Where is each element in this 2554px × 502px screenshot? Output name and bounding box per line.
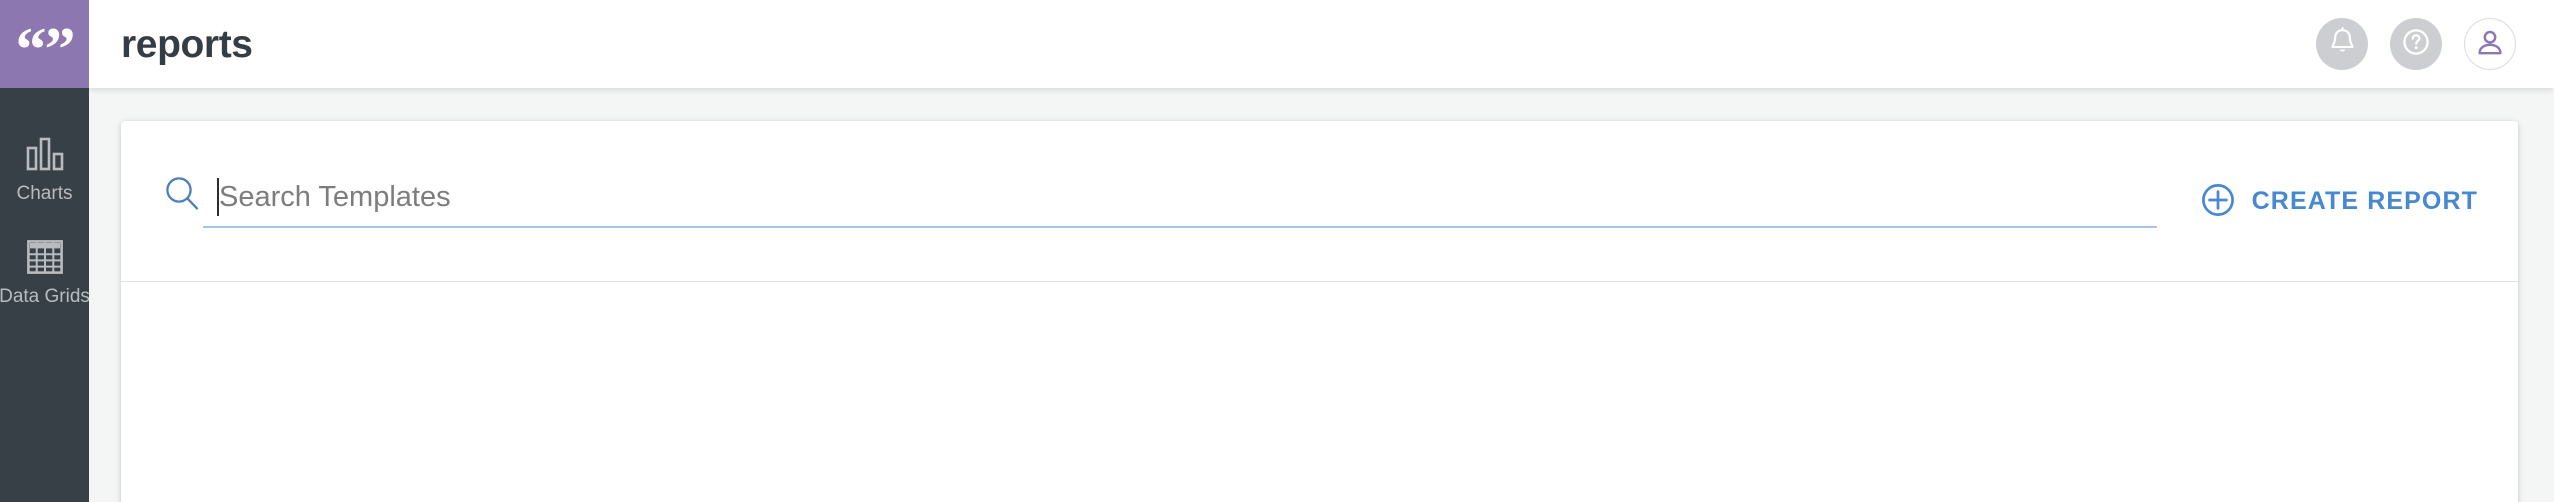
plus-circle-icon (2201, 183, 2235, 220)
sidebar-nav: Charts Data Grids (0, 88, 90, 324)
content-area: CREATE REPORT (89, 88, 2554, 502)
card-toolbar: CREATE REPORT (121, 121, 2518, 282)
sidebar-item-data-grids-label: Data Grids (0, 286, 90, 307)
account-button[interactable] (2464, 18, 2516, 70)
templates-card: CREATE REPORT (121, 121, 2518, 502)
app-root: “” Charts Data Grids reports Search Temp… (0, 0, 2554, 502)
page-title: reports (121, 22, 253, 66)
search-input[interactable] (219, 180, 2157, 214)
quote-marks-icon: “” (15, 16, 76, 84)
top-header: reports (89, 0, 2554, 88)
app-logo[interactable]: “” (0, 0, 89, 88)
sidebar-item-charts[interactable]: Charts (0, 118, 89, 221)
bell-icon (2329, 27, 2356, 61)
question-mark-icon (2401, 27, 2431, 62)
sidebar-item-charts-label: Charts (16, 183, 73, 204)
help-button[interactable] (2390, 18, 2442, 70)
create-report-label: CREATE REPORT (2251, 186, 2478, 215)
templates-list (121, 282, 2518, 502)
bar-chart-icon (26, 134, 64, 174)
user-avatar-icon (2476, 28, 2504, 61)
search-area (161, 174, 2157, 228)
main-column: reports Search Templates CREATE REPORT (89, 0, 2554, 502)
search-field-wrapper (203, 178, 2157, 228)
text-caret (217, 178, 219, 216)
search-icon[interactable] (161, 174, 203, 228)
sidebar: “” Charts Data Grids (0, 0, 90, 502)
notifications-button[interactable] (2316, 18, 2368, 70)
create-report-button[interactable]: CREATE REPORT (2197, 177, 2482, 226)
sidebar-item-data-grids[interactable]: Data Grids (0, 221, 90, 324)
table-grid-icon (26, 237, 63, 277)
